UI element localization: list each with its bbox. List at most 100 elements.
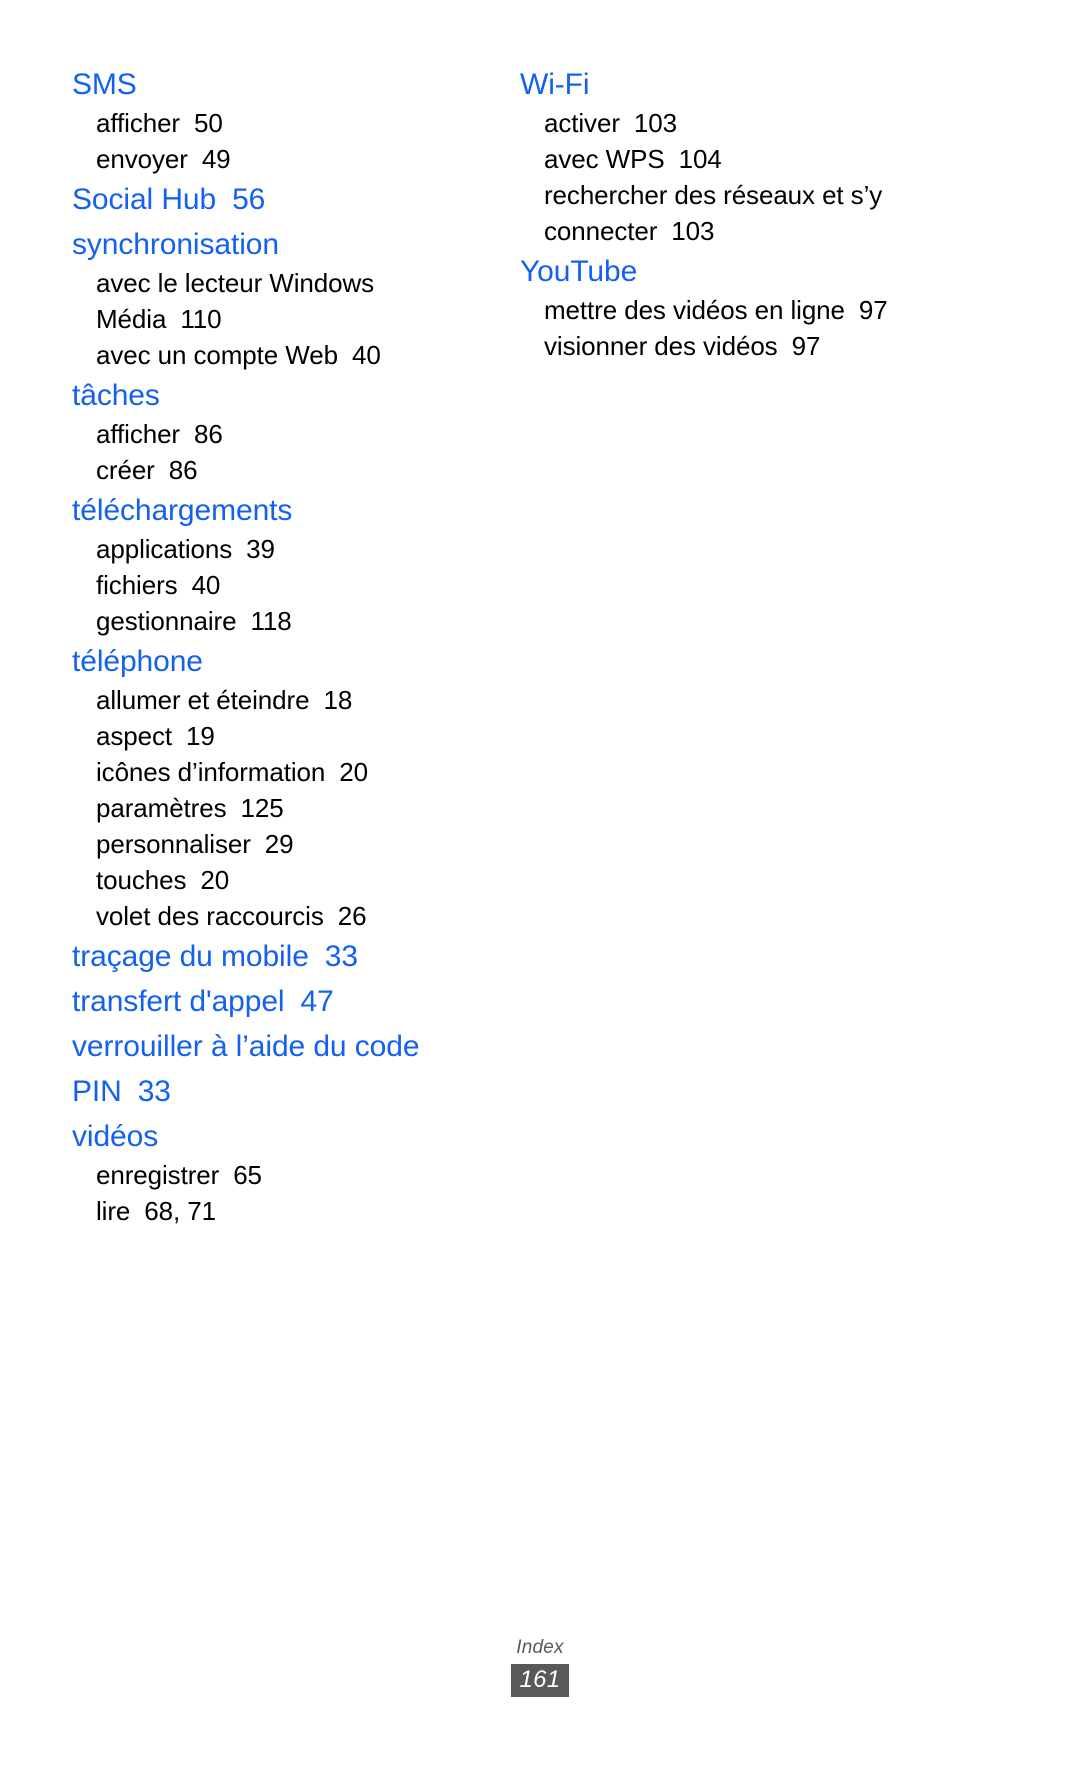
index-subentry-page: 118 [250, 606, 292, 636]
index-heading-label: synchronisation [72, 228, 279, 261]
index-column-left: SMS afficher 50 envoyer 49 Social Hub 56 synchr… [0, 62, 500, 1229]
index-subentry-page: 20 [339, 757, 368, 787]
index-heading-label: Wi-Fi [520, 68, 590, 101]
index-page: SMS afficher 50 envoyer 49 Social Hub 56 synchr… [0, 0, 1080, 1771]
index-subentry[interactable]: paramètres 125 [72, 790, 488, 826]
index-heading[interactable]: téléphone [72, 639, 488, 684]
index-subentry-label: créer [96, 455, 155, 485]
index-subentry[interactable]: afficher 50 [72, 105, 488, 141]
index-subentry[interactable]: aspect 19 [72, 718, 488, 754]
index-subentry[interactable]: activer 103 [520, 105, 1020, 141]
index-subentry-label: enregistrer [96, 1160, 220, 1190]
index-heading-label: YouTube [520, 255, 638, 288]
index-subentry[interactable]: fichiers 40 [72, 567, 488, 603]
index-subentry-page: 104 [678, 144, 722, 174]
index-group: synchronisation avec le lecteur Windows M… [72, 222, 488, 373]
index-heading[interactable]: transfert d'appel 47 [72, 979, 488, 1024]
index-subentry-label: lire [96, 1196, 131, 1226]
index-subentry-page: 97 [858, 295, 888, 325]
index-subentry-page: 65 [233, 1160, 262, 1190]
index-subentry-page: 26 [337, 901, 367, 931]
index-subentry-label: envoyer [96, 144, 188, 174]
index-group: téléchargements applications 39 fichiers 40 g… [72, 488, 488, 639]
index-subentry-label: gestionnaire [96, 606, 237, 636]
index-group: Social Hub 56 [72, 177, 488, 222]
index-group: tâches afficher 86 créer 86 [72, 373, 488, 488]
index-subentry-label: avec un compte Web [96, 340, 338, 370]
index-subentry[interactable]: icônes d’information 20 [72, 754, 488, 790]
index-subentry[interactable]: visionner des vidéos 97 [520, 328, 1020, 364]
index-heading-label: Social Hub [72, 183, 217, 216]
index-subentry-page: 49 [201, 144, 231, 174]
index-heading-label: transfert d'appel [72, 985, 285, 1018]
index-column-right: Wi-Fi activer 103 avec WPS 104 rechercher des… [500, 62, 1080, 364]
index-heading-page: 33 [137, 1075, 171, 1108]
page-number-badge: 161 [510, 1664, 570, 1697]
index-heading-label: téléphone [72, 645, 203, 678]
index-subentry[interactable]: afficher 86 [72, 416, 488, 452]
index-subentry-label: visionner des vidéos [544, 331, 778, 361]
index-heading[interactable]: vidéos [72, 1114, 488, 1159]
index-subentry[interactable]: créer 86 [72, 452, 488, 488]
index-subentry-label: touches [96, 865, 187, 895]
index-subentry[interactable]: volet des raccourcis 26 [72, 898, 488, 934]
index-group: verrouiller à l’aide du code PIN 33 [72, 1024, 488, 1114]
index-subentry-label: mettre des vidéos en ligne [544, 295, 845, 325]
index-subentry-label: aspect [96, 721, 173, 751]
index-group: YouTube mettre des vidéos en ligne 97 visio… [520, 249, 1020, 364]
index-subentry[interactable]: applications 39 [72, 531, 488, 567]
index-subentry-label: applications [96, 534, 233, 564]
index-subentry[interactable]: allumer et éteindre 18 [72, 682, 488, 718]
index-subentry-page: 20 [200, 865, 230, 895]
index-subentry-label: volet des raccourcis [96, 901, 324, 931]
index-subentry[interactable]: touches 20 [72, 862, 488, 898]
index-heading[interactable]: SMS [72, 62, 488, 107]
index-heading-page: 56 [232, 183, 266, 216]
index-heading[interactable]: Wi-Fi [520, 62, 1020, 107]
index-subentry[interactable]: envoyer 49 [72, 141, 488, 177]
index-group: transfert d'appel 47 [72, 979, 488, 1024]
index-subentry-page: 86 [194, 419, 223, 449]
index-heading-page: 33 [324, 940, 358, 973]
index-heading[interactable]: Social Hub 56 [72, 177, 488, 222]
index-heading-label: SMS [72, 68, 137, 101]
index-subentry-label: afficher [96, 419, 180, 449]
index-heading[interactable]: tâches [72, 373, 488, 418]
footer-label: Index [516, 1637, 564, 1658]
index-subentry-page: 19 [186, 721, 215, 751]
index-subentry-label: paramètres [96, 793, 227, 823]
index-group: Wi-Fi activer 103 avec WPS 104 rechercher des… [520, 62, 1020, 249]
index-heading[interactable]: synchronisation [72, 222, 488, 267]
index-group: vidéos enregistrer 65 lire 68, 71 [72, 1114, 488, 1229]
index-subentry[interactable]: enregistrer 65 [72, 1157, 488, 1193]
index-subentry[interactable]: avec WPS 104 [520, 141, 1020, 177]
index-subentry-label: afficher [96, 108, 180, 138]
index-heading[interactable]: téléchargements [72, 488, 488, 533]
index-heading[interactable]: YouTube [520, 249, 1020, 294]
index-heading-label: vidéos [72, 1120, 159, 1153]
index-subentry[interactable]: personnaliser 29 [72, 826, 488, 862]
index-subentry-page: 40 [351, 340, 381, 370]
index-heading[interactable]: verrouiller à l’aide du code PIN 33 [72, 1024, 488, 1114]
index-heading-label: traçage du mobile [72, 940, 309, 973]
index-subentry[interactable]: mettre des vidéos en ligne 97 [520, 292, 1020, 328]
index-subentry-label: activer [544, 108, 620, 138]
index-subentry[interactable]: rechercher des réseaux et s’y connecter 1… [520, 177, 1020, 249]
index-subentry[interactable]: lire 68, 71 [72, 1193, 488, 1229]
index-heading-label: tâches [72, 379, 160, 412]
index-subentry-page: 97 [791, 331, 821, 361]
index-columns: SMS afficher 50 envoyer 49 Social Hub 56 synchr… [0, 62, 1080, 1229]
index-subentry-page: 39 [246, 534, 275, 564]
index-subentry-page: 18 [323, 685, 353, 715]
index-subentry-page: 29 [264, 829, 294, 859]
index-subentry-page: 110 [180, 304, 222, 334]
index-heading[interactable]: traçage du mobile 33 [72, 934, 488, 979]
index-subentry[interactable]: avec un compte Web 40 [72, 337, 488, 373]
index-subentry[interactable]: avec le lecteur Windows Média 110 [72, 265, 488, 337]
index-group: SMS afficher 50 envoyer 49 [72, 62, 488, 177]
index-subentry[interactable]: gestionnaire 118 [72, 603, 488, 639]
index-subentry-label: personnaliser [96, 829, 251, 859]
index-subentry-label: avec WPS [544, 144, 665, 174]
index-subentry-label: avec le lecteur Windows Média [96, 268, 375, 334]
index-subentry-label: allumer et éteindre [96, 685, 310, 715]
